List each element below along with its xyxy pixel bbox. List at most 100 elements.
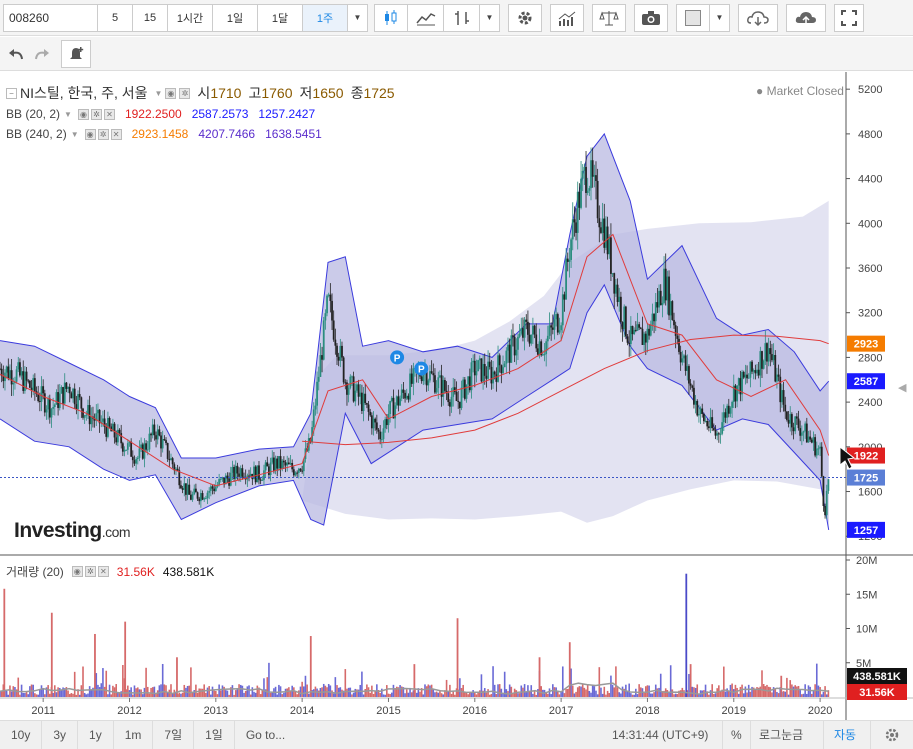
percent-toggle[interactable]: %: [722, 720, 750, 749]
interval-1m[interactable]: 1달: [258, 3, 303, 32]
volume-bar: [742, 693, 745, 697]
volume-bar: [518, 693, 521, 697]
volume-bar: [110, 694, 113, 697]
cloud-download-icon[interactable]: [738, 3, 778, 32]
close-icon[interactable]: ✕: [97, 566, 109, 577]
color-box-icon[interactable]: [676, 3, 710, 32]
candle-body: [148, 433, 151, 450]
volume-bar: [651, 693, 654, 697]
candle-body: [668, 276, 670, 316]
cloud-upload-icon[interactable]: [786, 3, 826, 32]
redo-icon[interactable]: [29, 40, 55, 68]
candle-body: [72, 388, 74, 399]
chart-type-dropdown-icon[interactable]: ▼: [480, 3, 500, 32]
interval-15[interactable]: 15: [133, 3, 168, 32]
bb20-dropdown-icon[interactable]: ▼: [64, 110, 72, 119]
candle-body: [729, 407, 732, 414]
candle-body: [663, 268, 665, 303]
collapse-icon[interactable]: −: [6, 87, 17, 99]
range-10y[interactable]: 10y: [0, 720, 43, 749]
candle-body: [77, 394, 79, 410]
volume-bar: [493, 684, 496, 697]
volume-bar: [601, 693, 604, 697]
symbol-dropdown-icon[interactable]: ▼: [155, 89, 163, 98]
interval-1w[interactable]: 1주: [303, 3, 348, 32]
price-tag-label: 2587: [854, 376, 878, 388]
symbol-input[interactable]: 008260: [3, 3, 98, 32]
volume-bar: [196, 692, 199, 697]
indicators-icon[interactable]: [550, 3, 584, 32]
interval-dropdown-icon[interactable]: ▼: [348, 3, 368, 32]
candle-body: [236, 465, 239, 474]
interval-5[interactable]: 5: [98, 3, 133, 32]
balance-icon[interactable]: [592, 3, 626, 32]
gear-icon[interactable]: ✲: [84, 566, 96, 577]
gear-icon[interactable]: ✲: [179, 87, 191, 99]
candles-icon[interactable]: [374, 3, 408, 32]
volume-bar: [158, 685, 161, 697]
range-7d[interactable]: 7일: [153, 720, 195, 749]
candle-body: [693, 387, 695, 405]
candle-body: [790, 414, 793, 428]
fullscreen-icon[interactable]: [834, 3, 864, 32]
volume-bar: [243, 692, 245, 697]
range-1m[interactable]: 1m: [114, 720, 154, 749]
close-icon[interactable]: ✕: [110, 128, 122, 140]
candle-body: [528, 334, 531, 344]
eye-icon[interactable]: ◉: [84, 128, 96, 140]
candle-body: [583, 166, 586, 171]
range-1y[interactable]: 1y: [78, 720, 114, 749]
candle-body: [513, 336, 516, 356]
volume-bar: [626, 691, 629, 697]
color-dropdown-icon[interactable]: ▼: [710, 3, 730, 32]
chart-settings-icon[interactable]: [870, 720, 913, 749]
volume-bar: [73, 671, 76, 697]
gear-icon[interactable]: ✲: [90, 108, 102, 120]
candle-body: [460, 387, 463, 409]
bars-icon[interactable]: [444, 3, 480, 32]
price-tick-label: 2800: [858, 352, 882, 364]
chart-canvas[interactable]: PP52004800440040003600320028002400200016…: [0, 72, 913, 720]
candle-body: [392, 397, 395, 419]
candle-body: [299, 468, 302, 471]
bb240-dropdown-icon[interactable]: ▼: [71, 130, 79, 139]
candle-body: [48, 398, 51, 418]
volume-bar: [454, 694, 456, 697]
goto-button[interactable]: Go to...: [235, 721, 296, 749]
undo-icon[interactable]: [3, 40, 29, 68]
volume-bar: [228, 694, 230, 697]
alert-add-icon[interactable]: [61, 39, 91, 68]
volume-bar: [276, 694, 279, 697]
volume-bar: [809, 686, 811, 697]
settings-icon[interactable]: [508, 3, 542, 32]
range-1d[interactable]: 1일: [194, 720, 235, 749]
volume-bar: [528, 691, 531, 697]
eye-icon[interactable]: ◉: [71, 566, 83, 577]
candle-body: [716, 433, 719, 436]
volume-bar: [460, 687, 463, 697]
volume-bar: [769, 687, 772, 697]
eye-icon[interactable]: ◉: [77, 108, 89, 120]
candle-body: [327, 294, 330, 296]
range-3y[interactable]: 3y: [42, 720, 79, 749]
volume-tag-label: 31.56K: [859, 687, 895, 699]
auto-scale-toggle[interactable]: 자동: [823, 720, 866, 749]
volume-bar: [39, 689, 41, 697]
gear-icon[interactable]: ✲: [97, 128, 109, 140]
interval-1d[interactable]: 1일: [213, 3, 258, 32]
log-scale-toggle[interactable]: 로그눈금: [750, 720, 811, 749]
camera-icon[interactable]: [634, 3, 668, 32]
volume-bar: [334, 677, 337, 697]
eye-icon[interactable]: ◉: [165, 87, 177, 99]
candle-body: [810, 439, 813, 443]
volume-bar: [807, 685, 810, 697]
candle-body: [191, 494, 194, 500]
interval-1h[interactable]: 1시간: [168, 3, 213, 32]
volume-bar: [478, 690, 481, 697]
area-chart-icon[interactable]: [408, 3, 444, 32]
candle-body: [153, 424, 156, 436]
volume-bar: [241, 685, 244, 697]
candle-body: [201, 493, 204, 500]
volume-bar: [685, 573, 688, 697]
close-icon[interactable]: ✕: [103, 108, 115, 120]
